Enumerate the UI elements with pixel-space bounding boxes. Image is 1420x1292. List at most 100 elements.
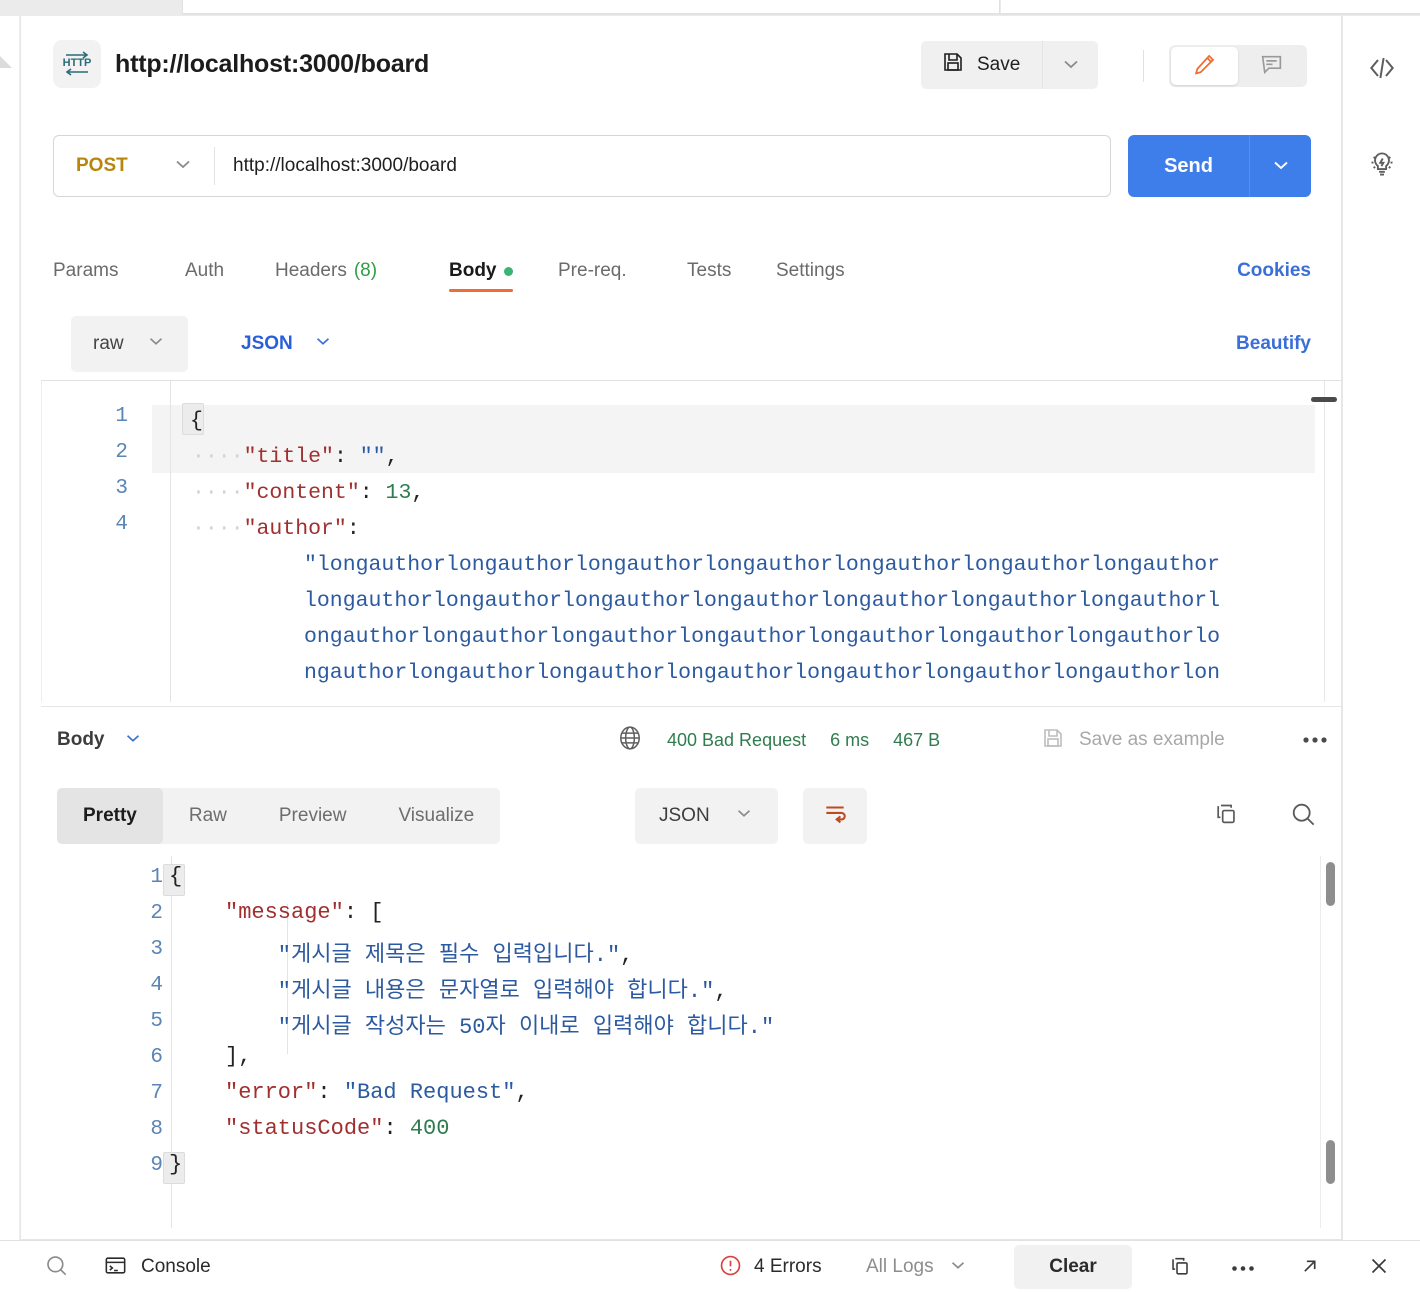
chevron-down-icon xyxy=(172,153,194,179)
console-errors-indicator[interactable]: 4 Errors xyxy=(718,1249,822,1285)
save-options-button[interactable] xyxy=(1042,41,1099,89)
edit-mode-button[interactable] xyxy=(1171,47,1238,85)
pencil-icon xyxy=(1192,52,1217,81)
body-mode-row: raw JSON Beautify xyxy=(53,312,1311,376)
tab-body[interactable]: Body xyxy=(449,240,513,302)
code-indent-dots: ···· xyxy=(192,517,244,541)
tab-headers[interactable]: Headers (8) xyxy=(275,240,377,302)
response-language-label: JSON xyxy=(659,805,710,826)
comment-icon xyxy=(1259,52,1284,81)
code-token-string: "게시글 내용은 문자열로 입력해야 합니다." xyxy=(225,979,715,1004)
code-token-sep: : xyxy=(317,1080,344,1105)
active-tab-underline xyxy=(449,289,513,292)
tab-label: Auth xyxy=(185,260,225,281)
log-level-selector[interactable]: All Logs xyxy=(866,1249,968,1285)
response-language-selector[interactable]: JSON xyxy=(635,788,778,844)
code-token-key: "author" xyxy=(243,517,347,541)
comment-mode-button[interactable] xyxy=(1238,47,1305,85)
open-external-button[interactable] xyxy=(1292,1251,1326,1285)
tab-label: Headers xyxy=(275,260,347,281)
postbot-button[interactable] xyxy=(1360,144,1404,188)
close-console-button[interactable] xyxy=(1362,1251,1396,1285)
tab-settings[interactable]: Settings xyxy=(776,240,845,302)
tab-pretty[interactable]: Pretty xyxy=(57,788,163,844)
response-body-selector[interactable]: Body xyxy=(57,707,143,773)
request-response-panel: HTTP http://localhost:3000/board Save PO… xyxy=(20,16,1342,1240)
tab-params[interactable]: Params xyxy=(53,240,118,302)
body-language-selector[interactable]: JSON xyxy=(223,316,351,372)
editor-active-line-highlight xyxy=(152,405,1315,439)
tab-card-area[interactable] xyxy=(1001,0,1420,13)
editor-scrollbar-track[interactable] xyxy=(1324,381,1325,702)
save-icon xyxy=(1041,726,1065,754)
method-selector[interactable]: POST xyxy=(54,153,214,179)
tab-label: Tests xyxy=(687,260,732,281)
code-line-2: ····"title": "", xyxy=(192,439,398,475)
line-number: 7 xyxy=(150,1082,163,1105)
code-token-string: "Bad Request" xyxy=(343,1080,516,1105)
tab-auth[interactable]: Auth xyxy=(185,240,224,302)
left-gutter xyxy=(0,16,20,1240)
wrap-text-icon xyxy=(822,801,848,831)
lightbulb-icon xyxy=(1367,149,1397,183)
response-scrollbar-thumb-bottom[interactable] xyxy=(1326,1140,1335,1184)
tab-tests[interactable]: Tests xyxy=(687,240,731,302)
request-body-editor[interactable]: 1 2 3 4 { ····"title": "", ····"content"… xyxy=(41,380,1341,702)
code-line-3: ····"content": 13, xyxy=(192,475,424,511)
tab-raw[interactable]: Raw xyxy=(163,788,253,844)
save-button-group: Save xyxy=(921,41,1099,89)
save-button[interactable]: Save xyxy=(921,41,1043,89)
terminal-icon xyxy=(103,1253,128,1282)
copy-console-button[interactable] xyxy=(1162,1251,1196,1285)
code-token-key: "title" xyxy=(243,445,334,469)
global-search-button[interactable] xyxy=(40,1251,74,1285)
response-more-button[interactable] xyxy=(1301,707,1329,773)
response-code-line-5: "게시글 작성자는 50자 이내로 입력해야 합니다." xyxy=(225,1008,774,1040)
response-scrollbar-thumb-top[interactable] xyxy=(1326,862,1335,906)
line-number: 3 xyxy=(115,477,128,500)
console-toggle-button[interactable]: Console xyxy=(103,1249,211,1285)
tab-pre-request[interactable]: Pre-req. xyxy=(558,240,627,302)
code-token-comma: , xyxy=(411,481,425,505)
body-type-selector[interactable]: raw xyxy=(71,316,188,372)
response-code-line-8: "statusCode": 400 xyxy=(225,1116,449,1141)
code-token-comma: , xyxy=(620,943,634,968)
code-token-value: 13 xyxy=(385,481,412,505)
code-indent-dots: ···· xyxy=(192,481,244,505)
editor-fold-guide xyxy=(170,381,171,702)
copy-response-button[interactable] xyxy=(1197,788,1253,844)
response-body-viewer[interactable]: 1 2 3 4 5 6 7 8 9 { "message": [ "게시글 제목… xyxy=(57,856,1341,1228)
tab-card-active[interactable] xyxy=(182,0,1000,13)
code-token-bracket: : [ xyxy=(343,900,384,925)
console-more-button[interactable] xyxy=(1226,1251,1260,1285)
code-token-string: "게시글 작성자는 50자 이내로 입력해야 합니다." xyxy=(225,1015,775,1040)
search-response-button[interactable] xyxy=(1275,788,1331,844)
clear-console-button[interactable]: Clear xyxy=(1014,1245,1132,1289)
response-code-line-9: } xyxy=(169,1152,182,1177)
line-number: 1 xyxy=(150,866,163,889)
editor-scrollbar-thumb[interactable] xyxy=(1311,397,1337,402)
clear-label: Clear xyxy=(1049,1256,1097,1277)
line-number: 2 xyxy=(115,441,128,464)
send-button[interactable]: Send xyxy=(1128,135,1249,197)
tab-label: Visualize xyxy=(398,805,475,826)
request-tabs: Params Auth Headers (8) Body Pre-req. Te… xyxy=(53,240,1311,302)
save-as-example-button[interactable]: Save as example xyxy=(1041,707,1225,773)
tab-preview[interactable]: Preview xyxy=(253,788,373,844)
send-options-button[interactable] xyxy=(1249,135,1311,197)
response-scrollbar-track[interactable] xyxy=(1320,856,1321,1228)
tab-label: Preview xyxy=(278,805,347,826)
code-icon xyxy=(1366,52,1398,88)
cookies-link[interactable]: Cookies xyxy=(1237,240,1311,302)
tab-visualize[interactable]: Visualize xyxy=(372,788,500,844)
url-input[interactable] xyxy=(215,155,1110,177)
code-snippet-button[interactable] xyxy=(1360,48,1404,92)
line-number: 5 xyxy=(150,1010,163,1033)
response-code-line-6: ], xyxy=(225,1044,251,1069)
response-tabs: Pretty Raw Preview Visualize JSON xyxy=(57,788,1341,850)
wrap-lines-button[interactable] xyxy=(803,788,867,844)
tab-strip-divider xyxy=(182,13,1420,15)
close-icon xyxy=(1366,1253,1392,1283)
response-code-line-2: "message": [ xyxy=(225,900,383,925)
beautify-button[interactable]: Beautify xyxy=(1236,316,1311,372)
